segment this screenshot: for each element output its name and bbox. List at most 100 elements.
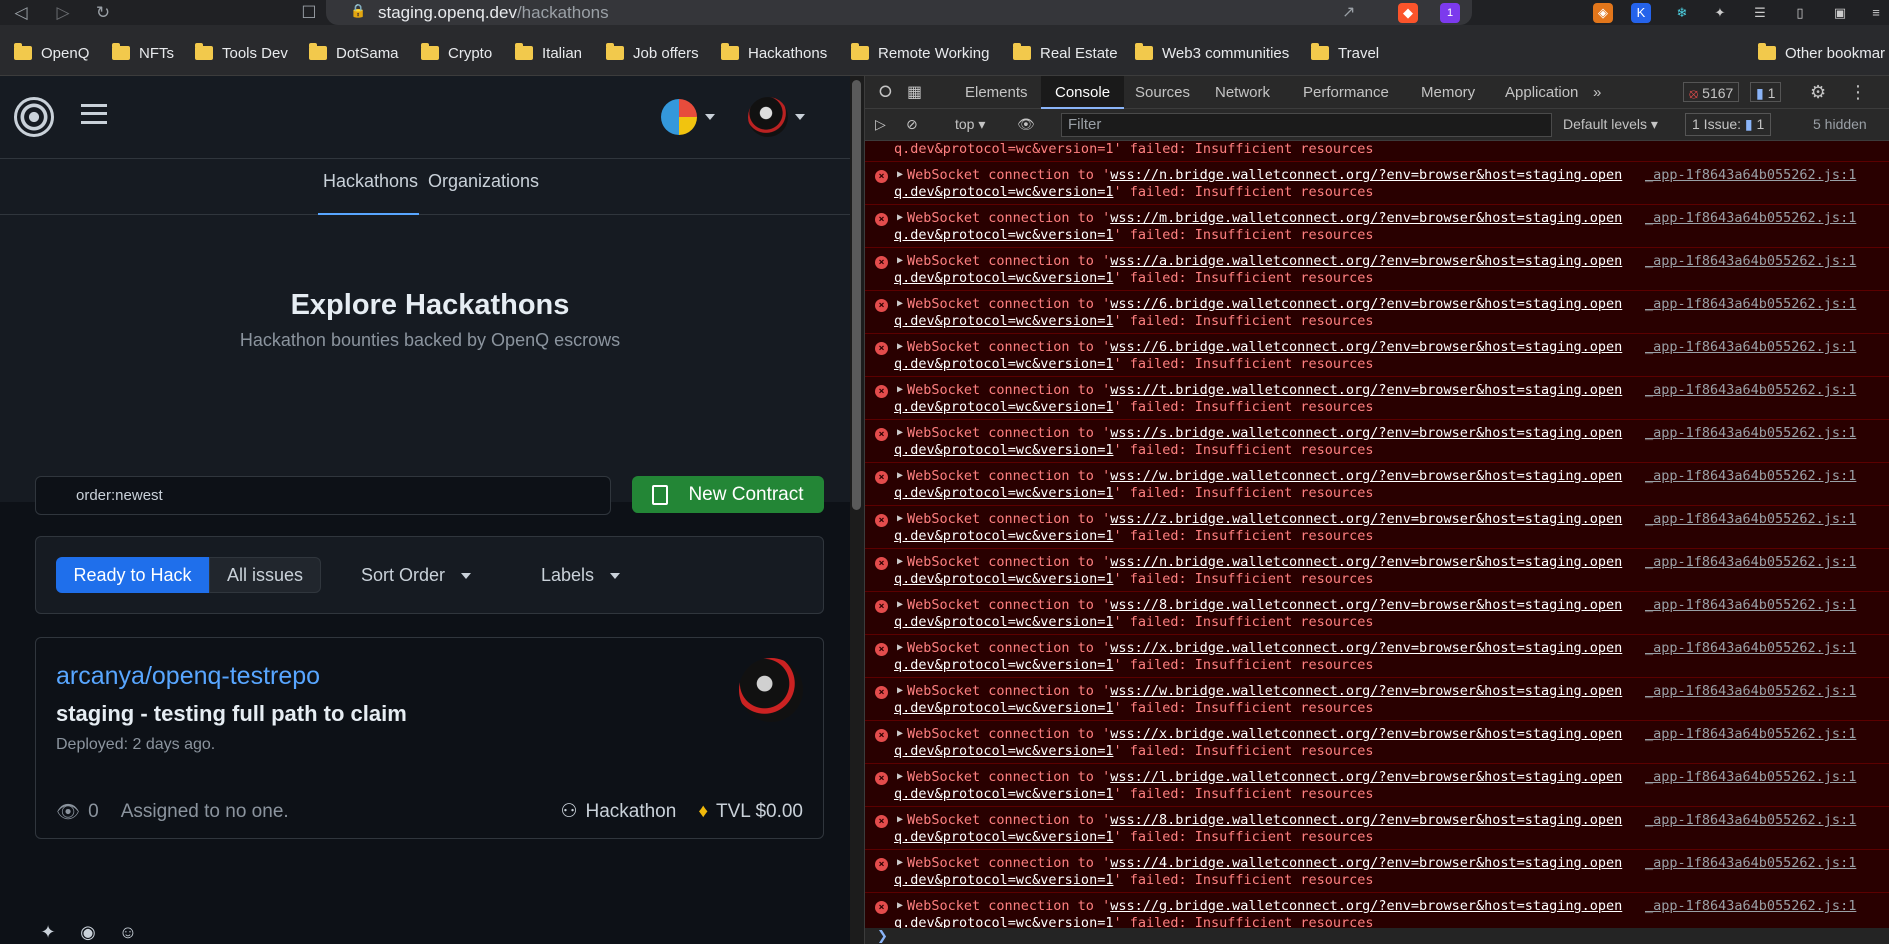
console-message[interactable]: × ▶ WebSocket connection to 'wss://z.bridg… — [865, 506, 1889, 549]
websocket-url[interactable]: wss://x.bridge.walletconnect.org/?env=br… — [1110, 640, 1622, 656]
expand-icon[interactable]: ▶ — [897, 427, 903, 438]
console-message[interactable]: × ▶ WebSocket connection to 'wss://4.bridg… — [865, 850, 1889, 893]
tab-console[interactable]: Console — [1041, 76, 1125, 109]
tab-application[interactable]: Application — [1505, 76, 1578, 109]
expand-icon[interactable]: ▶ — [897, 255, 903, 266]
bookmark-icon[interactable]: ☐ — [298, 2, 320, 24]
source-link[interactable]: _app-1f8643a64b055262.js:1 — [1645, 898, 1856, 914]
avatar[interactable] — [748, 97, 788, 137]
websocket-url[interactable]: q.dev&protocol=wc&version=1 — [894, 915, 1113, 928]
snowflake-extension-icon[interactable]: ❄ — [1672, 3, 1692, 23]
expand-icon[interactable]: ▶ — [897, 298, 903, 309]
bookmark-web3-communities[interactable]: Web3 communities — [1135, 42, 1289, 64]
console-message[interactable]: × ▶ WebSocket connection to 'wss://n.bridg… — [865, 549, 1889, 592]
repo-link[interactable]: arcanya/openq-testrepo — [56, 662, 320, 691]
sort-order-dropdown[interactable]: Sort Order — [361, 557, 472, 593]
issues-button[interactable]: 1 Issue: ▮ 1 — [1685, 113, 1772, 136]
reload-icon[interactable]: ↻ — [92, 2, 114, 24]
expand-icon[interactable]: ▶ — [897, 814, 903, 825]
websocket-url[interactable]: q.dev&protocol=wc&version=1 — [894, 657, 1113, 673]
brave-shield-icon[interactable]: ◆ — [1398, 3, 1418, 23]
inspect-icon[interactable]: ⭘ — [879, 76, 892, 109]
websocket-url[interactable]: q.dev&protocol=wc&version=1 — [894, 184, 1113, 200]
forward-icon[interactable]: ▷ — [52, 2, 74, 24]
bookmark-job-offers[interactable]: Job offers — [606, 42, 699, 64]
websocket-url[interactable]: q.dev&protocol=wc&version=1 — [894, 356, 1113, 372]
scrollbar-thumb[interactable] — [852, 80, 861, 510]
websocket-url[interactable]: wss://6.bridge.walletconnect.org/?env=br… — [1110, 339, 1622, 355]
websocket-url[interactable]: q.dev&protocol=wc&version=1 — [894, 829, 1113, 845]
device-toolbar-icon[interactable]: ▦ — [907, 76, 922, 109]
websocket-url[interactable]: q.dev&protocol=wc&version=1 — [894, 700, 1113, 716]
source-link[interactable]: _app-1f8643a64b055262.js:1 — [1645, 554, 1856, 570]
websocket-url[interactable]: wss://8.bridge.walletconnect.org/?env=br… — [1110, 812, 1622, 828]
all-issues-button[interactable]: All issues — [209, 557, 321, 593]
metamask-icon[interactable]: ◈ — [1593, 3, 1613, 23]
console-message[interactable]: × ▶ WebSocket connection to 'wss://s.bridg… — [865, 420, 1889, 463]
console-message[interactable]: × ▶ WebSocket connection to 'wss://8.bridg… — [865, 592, 1889, 635]
websocket-url[interactable]: wss://n.bridge.walletconnect.org/?env=br… — [1110, 167, 1622, 183]
websocket-url[interactable]: q.dev&protocol=wc&version=1 — [894, 313, 1113, 329]
tab-performance[interactable]: Performance — [1303, 76, 1389, 109]
expand-icon[interactable]: ▶ — [897, 470, 903, 481]
websocket-url[interactable]: wss://m.bridge.walletconnect.org/?env=br… — [1110, 210, 1622, 226]
console-message[interactable]: × ▶ WebSocket connection to 'wss://x.bridg… — [865, 721, 1889, 764]
console-message[interactable]: × ▶ WebSocket connection to 'wss://g.bridg… — [865, 893, 1889, 928]
search-input[interactable]: order:newest — [35, 476, 611, 515]
console-message[interactable]: × ▶ WebSocket connection to 'wss://x.bridg… — [865, 635, 1889, 678]
websocket-url[interactable]: wss://g.bridge.walletconnect.org/?env=br… — [1110, 898, 1622, 914]
playlist-icon[interactable]: ☰ — [1750, 3, 1770, 23]
hamburger-menu-icon[interactable] — [81, 104, 107, 124]
source-link[interactable]: _app-1f8643a64b055262.js:1 — [1645, 855, 1856, 871]
source-link[interactable]: _app-1f8643a64b055262.js:1 — [1645, 468, 1856, 484]
bookmark-crypto[interactable]: Crypto — [421, 42, 492, 64]
console-message[interactable]: × ▶ WebSocket connection to 'wss://8.bridg… — [865, 807, 1889, 850]
console-message[interactable]: × ▶ WebSocket connection to 'wss://w.bridg… — [865, 463, 1889, 506]
source-link[interactable]: _app-1f8643a64b055262.js:1 — [1645, 382, 1856, 398]
tab-memory[interactable]: Memory — [1421, 76, 1475, 109]
websocket-url[interactable]: q.dev&protocol=wc&version=1 — [894, 872, 1113, 888]
expand-icon[interactable]: ▶ — [897, 728, 903, 739]
expand-icon[interactable]: ▶ — [897, 341, 903, 352]
bookmark-real-estate[interactable]: Real Estate — [1013, 42, 1118, 64]
share-icon[interactable]: ↗ — [1342, 2, 1355, 22]
tab-network[interactable]: Network — [1215, 76, 1270, 109]
websocket-url[interactable]: wss://4.bridge.walletconnect.org/?env=br… — [1110, 855, 1622, 871]
more-options-icon[interactable]: ⋮ — [1849, 76, 1867, 109]
source-link[interactable]: _app-1f8643a64b055262.js:1 — [1645, 339, 1856, 355]
source-link[interactable]: _app-1f8643a64b055262.js:1 — [1645, 726, 1856, 742]
console-message[interactable]: × ▶ WebSocket connection to 'wss://6.bridg… — [865, 291, 1889, 334]
tab-sources[interactable]: Sources — [1135, 76, 1190, 109]
websocket-url[interactable]: wss://w.bridge.walletconnect.org/?env=br… — [1110, 468, 1622, 484]
more-tabs-icon[interactable]: » — [1593, 76, 1601, 109]
contract-card[interactable]: arcanya/openq-testrepo staging - testing… — [35, 637, 824, 839]
twitter-icon[interactable]: ✦ — [34, 922, 62, 944]
address-bar[interactable]: 🔒 staging.openq.dev/hackathons ↗ — [326, 0, 1472, 25]
expand-icon[interactable]: ▶ — [897, 384, 903, 395]
source-link[interactable]: _app-1f8643a64b055262.js:1 — [1645, 167, 1856, 183]
console-message[interactable]: q.dev&protocol=wc&version=1' failed: Ins… — [865, 141, 1889, 162]
source-link[interactable]: _app-1f8643a64b055262.js:1 — [1645, 511, 1856, 527]
expand-icon[interactable]: ▶ — [897, 556, 903, 567]
brave-rewards-icon[interactable]: 1 — [1440, 3, 1460, 23]
websocket-url[interactable]: q.dev&protocol=wc&version=1 — [894, 227, 1113, 243]
expand-icon[interactable]: ▶ — [897, 857, 903, 868]
console-message[interactable]: × ▶ WebSocket connection to 'wss://l.bridg… — [865, 764, 1889, 807]
source-link[interactable]: _app-1f8643a64b055262.js:1 — [1645, 812, 1856, 828]
bookmark-travel[interactable]: Travel — [1311, 42, 1379, 64]
context-selector[interactable]: top ▾ — [955, 116, 985, 133]
tab-organizations[interactable]: Organizations — [428, 171, 539, 192]
source-link[interactable]: _app-1f8643a64b055262.js:1 — [1645, 425, 1856, 441]
expand-icon[interactable]: ▶ — [897, 599, 903, 610]
openq-logo-icon[interactable] — [14, 97, 54, 137]
new-contract-button[interactable]: New Contract — [632, 476, 824, 513]
bookmark-other[interactable]: Other bookmar — [1758, 42, 1885, 64]
source-link[interactable]: _app-1f8643a64b055262.js:1 — [1645, 769, 1856, 785]
console-message[interactable]: × ▶ WebSocket connection to 'wss://6.bridg… — [865, 334, 1889, 377]
console-message[interactable]: × ▶ WebSocket connection to 'wss://w.bridg… — [865, 678, 1889, 721]
back-icon[interactable]: ◁ — [10, 2, 32, 24]
websocket-url[interactable]: q.dev&protocol=wc&version=1 — [894, 270, 1113, 286]
extensions-icon[interactable]: ✦ — [1710, 3, 1730, 23]
gear-icon[interactable]: ⚙ — [1810, 76, 1826, 109]
sidebar-toggle-icon[interactable]: ▷ — [875, 116, 886, 133]
